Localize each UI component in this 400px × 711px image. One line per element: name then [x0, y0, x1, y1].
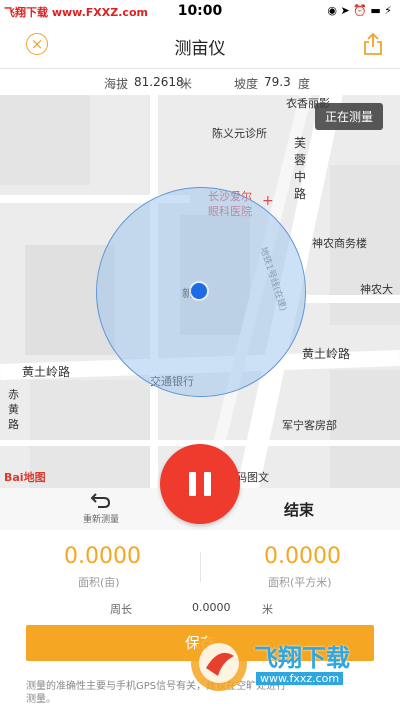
pause-button[interactable] — [160, 444, 240, 524]
slope-value: 79.3 — [264, 75, 291, 89]
measuring-badge: 正在测量 — [315, 103, 384, 130]
map-road-label: 赤黄路 — [8, 388, 19, 431]
baidu-logo: Bai地图 — [4, 471, 46, 484]
slope-unit: 度 — [298, 77, 311, 91]
map-block — [330, 370, 400, 488]
map-view[interactable]: 衣香丽影 陈义元诊所 芙蓉中路 长沙爱尔 眼科医院 + 神农商务楼 神农大 地铁… — [0, 95, 400, 488]
area-mu-label: 面积(亩) — [78, 576, 120, 589]
location-dot — [191, 283, 207, 299]
nav-bar: × 测亩仪 — [0, 22, 400, 69]
map-road-label: 黄土岭路 — [302, 347, 351, 361]
map-label: 码图文 — [236, 471, 269, 484]
perimeter-value: 0.0000 — [192, 601, 231, 614]
info-row: 海拔 81.2618 米 坡度 79.3 度 — [0, 69, 400, 95]
watermark-url: www.fxxz.com — [256, 672, 344, 685]
reset-label: 重新测量 — [82, 515, 119, 525]
altitude-label: 海拔 — [104, 77, 129, 91]
map-block — [0, 95, 90, 185]
perimeter-label: 周长 — [110, 603, 132, 616]
end-button[interactable]: 结束 — [284, 499, 314, 520]
reset-button[interactable]: 重新测量 — [76, 492, 126, 525]
watermark-emblem-icon — [191, 635, 247, 691]
watermark-logo: 飞翔下载 www.fxxz.com — [188, 632, 388, 694]
map-label: 神农商务楼 — [312, 237, 367, 250]
slope-label: 坡度 — [234, 77, 259, 91]
map-road-label: 黄土岭路 — [22, 365, 71, 379]
undo-icon — [90, 493, 111, 508]
area-m2-label: 面积(平方米) — [268, 576, 332, 589]
map-label: 军宁客房部 — [282, 419, 337, 432]
area-m2-value: 0.0000 — [264, 544, 341, 569]
pause-icon — [189, 472, 196, 496]
watermark-title: 飞翔下载 — [254, 644, 350, 672]
hospital-icon: + — [262, 193, 274, 209]
status-bar: 飞翔下载 www.FXXZ.com 10:00 ◉ ➤ ⏰ ▬ ⚡ — [0, 0, 400, 22]
map-road-label: 芙蓉中路 — [294, 136, 307, 201]
page-title: 测亩仪 — [174, 39, 226, 59]
map-label: 神农大 — [360, 283, 393, 296]
perimeter-unit: 米 — [262, 603, 273, 616]
map-label: 陈义元诊所 — [212, 127, 267, 140]
altitude-value: 81.2618 — [134, 75, 184, 89]
altitude-unit: 米 — [180, 77, 193, 91]
map-block — [30, 380, 150, 488]
divider — [200, 552, 201, 582]
status-icons: ◉ ➤ ⏰ ▬ ⚡ — [327, 4, 392, 17]
area-mu-value: 0.0000 — [64, 544, 141, 569]
share-icon[interactable] — [362, 32, 384, 56]
pause-icon-bar — [204, 472, 211, 496]
